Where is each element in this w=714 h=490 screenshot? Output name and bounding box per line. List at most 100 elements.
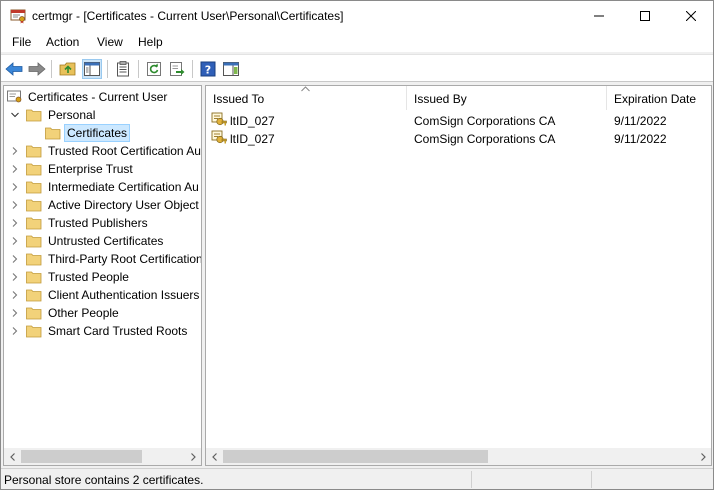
scroll-thumb[interactable] (21, 450, 142, 463)
table-row[interactable]: ltID_027 ComSign Corporations CA 9/11/20… (206, 111, 711, 129)
tree-node-label: Certificates (63, 124, 131, 142)
certmgr-window: certmgr - [Certificates - Current User\P… (0, 0, 714, 490)
tree-node-intermediate[interactable]: Intermediate Certification Au (4, 178, 201, 196)
export-list-icon (170, 62, 185, 76)
chevron-right-icon[interactable] (11, 165, 19, 173)
close-icon (686, 11, 696, 21)
export-list-button[interactable] (167, 59, 187, 79)
tree-node-trusted-root[interactable]: Trusted Root Certification Au (4, 142, 201, 160)
tree-node-smart-card-roots[interactable]: Smart Card Trusted Roots (4, 322, 201, 340)
menu-help[interactable]: Help (138, 35, 163, 49)
refresh-button[interactable] (144, 59, 164, 79)
tree-node-third-party-root[interactable]: Third-Party Root Certification (4, 250, 202, 268)
tree-node-label: Other People (48, 306, 119, 320)
tree-node-personal[interactable]: Personal (4, 106, 201, 124)
tree-root[interactable]: Certificates - Current User (4, 88, 201, 106)
chevron-right-icon[interactable] (11, 309, 19, 317)
cell-issued-by: ComSign Corporations CA (414, 132, 556, 146)
console-tree[interactable]: Certificates - Current User Personal Cer… (3, 85, 202, 466)
properties-button[interactable] (113, 59, 133, 79)
scroll-left-button[interactable] (4, 448, 21, 465)
chevron-right-icon[interactable] (11, 219, 19, 227)
certificate-icon (211, 112, 227, 126)
chevron-right-icon[interactable] (11, 237, 19, 245)
tree-node-label: Trusted Root Certification Au (48, 144, 201, 158)
cell-expiration-date: 9/11/2022 (614, 114, 667, 128)
column-header-label: Issued By (414, 92, 467, 106)
tree-node-active-directory[interactable]: Active Directory User Object (4, 196, 201, 214)
show-action-pane-icon (223, 62, 239, 76)
tree-node-untrusted[interactable]: Untrusted Certificates (4, 232, 201, 250)
toolbar: ? (1, 54, 713, 82)
folder-icon (26, 217, 42, 230)
folder-icon (45, 127, 61, 140)
chevron-right-icon[interactable] (11, 255, 19, 263)
tree-node-other-people[interactable]: Other People (4, 304, 201, 322)
menu-action[interactable]: Action (46, 35, 79, 49)
properties-icon (117, 61, 129, 77)
menu-view[interactable]: View (97, 35, 123, 49)
help-button[interactable]: ? (198, 59, 218, 79)
folder-icon (26, 307, 42, 320)
tree-node-certificates[interactable]: Certificates (4, 124, 201, 142)
column-header-issued-by[interactable]: Issued By (407, 86, 607, 110)
tree-node-label: Client Authentication Issuers (48, 288, 200, 302)
toolbar-separator (51, 60, 52, 78)
folder-icon (26, 199, 42, 212)
tree-horizontal-scrollbar[interactable] (4, 448, 201, 465)
up-folder-icon (59, 62, 76, 76)
chevron-right-icon[interactable] (11, 327, 19, 335)
menu-bar: File Action View Help (1, 31, 713, 53)
scroll-right-button[interactable] (184, 448, 201, 465)
maximize-icon (640, 11, 650, 21)
tree-node-label: Untrusted Certificates (48, 234, 164, 248)
chevron-left-icon (9, 452, 15, 461)
back-icon (5, 62, 23, 76)
tree-node-client-auth-issuers[interactable]: Client Authentication Issuers (4, 286, 201, 304)
certificate-list[interactable]: Issued To Issued By Expiration Date ltID… (205, 85, 712, 466)
tree-node-enterprise-trust[interactable]: Enterprise Trust (4, 160, 201, 178)
tree-node-label: Personal (48, 108, 96, 122)
minimize-button[interactable] (576, 1, 622, 31)
scroll-right-button[interactable] (694, 448, 711, 465)
table-row[interactable]: ltID_027 ComSign Corporations CA 9/11/20… (206, 129, 711, 147)
show-hide-console-tree-button[interactable] (82, 59, 102, 79)
toolbar-separator (138, 60, 139, 78)
tree-node-label: Smart Card Trusted Roots (48, 324, 188, 338)
chevron-down-icon[interactable] (11, 111, 19, 119)
list-horizontal-scrollbar[interactable] (206, 448, 711, 465)
chevron-right-icon[interactable] (11, 291, 19, 299)
column-header-expiration-date[interactable]: Expiration Date (607, 86, 711, 110)
certificate-manager-icon (10, 8, 26, 24)
chevron-right-icon[interactable] (11, 273, 19, 281)
chevron-right-icon[interactable] (11, 147, 19, 155)
chevron-right-icon (700, 452, 706, 461)
close-button[interactable] (668, 1, 714, 31)
cell-expiration-date: 9/11/2022 (614, 132, 667, 146)
folder-icon (26, 181, 42, 194)
forward-button[interactable] (27, 59, 47, 79)
status-text: Personal store contains 2 certificates. (4, 473, 204, 487)
menu-file[interactable]: File (12, 35, 31, 49)
cell-issued-by: ComSign Corporations CA (414, 114, 556, 128)
maximize-button[interactable] (622, 1, 668, 31)
tree-node-trusted-people[interactable]: Trusted People (4, 268, 201, 286)
folder-icon (26, 289, 42, 302)
folder-icon (26, 253, 42, 266)
scroll-thumb[interactable] (223, 450, 488, 463)
scroll-left-button[interactable] (206, 448, 223, 465)
chevron-right-icon[interactable] (11, 201, 19, 209)
column-header-issued-to[interactable]: Issued To (206, 86, 407, 110)
folder-icon (26, 145, 42, 158)
tree-node-label: Third-Party Root Certification (48, 252, 202, 266)
back-button[interactable] (4, 59, 24, 79)
status-bar: Personal store contains 2 certificates. (1, 468, 713, 489)
title-bar[interactable]: certmgr - [Certificates - Current User\P… (1, 1, 713, 31)
show-action-pane-button[interactable] (221, 59, 241, 79)
tree-node-trusted-publishers[interactable]: Trusted Publishers (4, 214, 201, 232)
up-one-level-button[interactable] (58, 59, 78, 79)
folder-icon (26, 163, 42, 176)
chevron-right-icon[interactable] (11, 183, 19, 191)
folder-icon (26, 235, 42, 248)
window-title: certmgr - [Certificates - Current User\P… (32, 9, 344, 23)
